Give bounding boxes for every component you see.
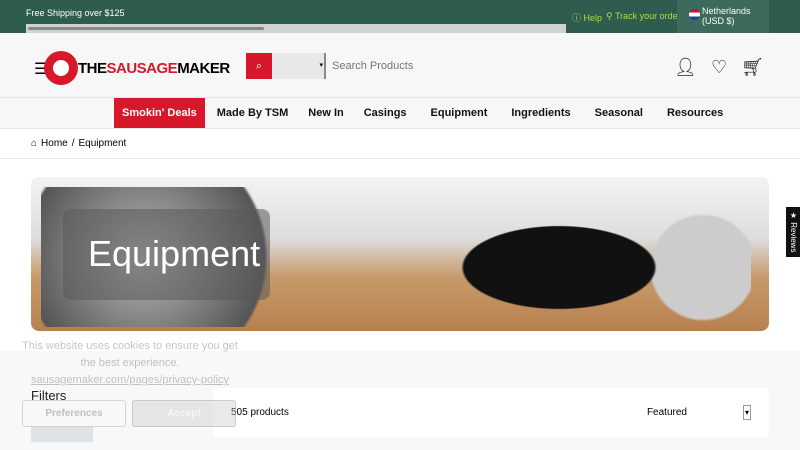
- site-header: ☰ THESAUSAGEMAKER ⌕ ▾ 👤︎ ♡ 🛒︎: [0, 33, 800, 98]
- nav-new-in[interactable]: New In: [300, 98, 351, 128]
- breadcrumb-home[interactable]: Home: [41, 138, 68, 149]
- cookie-text: This website uses cookies to ensure you …: [22, 340, 238, 352]
- sort-select[interactable]: Featured ▾: [647, 405, 751, 420]
- help-label: Help: [583, 13, 603, 23]
- logo[interactable]: ☰ THE SAUSAGE MAKER: [34, 51, 230, 85]
- search-button[interactable]: ⌕: [246, 53, 272, 79]
- electric-grinder-image: [431, 185, 751, 331]
- cookie-accept-button[interactable]: Accept: [132, 400, 236, 427]
- cookie-preferences-button[interactable]: Preferences: [22, 400, 126, 427]
- cookie-text-2: the best experience.: [80, 357, 180, 369]
- netherlands-flag-icon: [689, 9, 700, 20]
- nav-seasonal[interactable]: Seasonal: [583, 98, 655, 128]
- cookie-close-area[interactable]: [31, 426, 93, 442]
- home-icon: ⌂: [31, 138, 38, 149]
- search-category-select[interactable]: ▾: [272, 53, 326, 79]
- top-bar: Free Shipping over $125 ⓘ Help ⚲ Track y…: [0, 0, 800, 33]
- help-link[interactable]: ⓘ Help: [572, 11, 602, 24]
- search-bar: ⌕ ▾: [246, 53, 532, 79]
- sort-value: Featured: [646, 407, 687, 418]
- horizontal-scrollbar[interactable]: [26, 24, 566, 33]
- track-order-link[interactable]: ⚲ Track your order: [606, 11, 681, 24]
- logo-text: THE: [78, 59, 107, 77]
- currency: (USD $): [702, 16, 735, 26]
- cookie-banner: This website uses cookies to ensure you …: [10, 338, 250, 450]
- logo-text-maker: MAKER: [177, 59, 230, 77]
- location-pin-icon: ⚲: [606, 11, 613, 21]
- breadcrumb-separator: /: [71, 138, 75, 149]
- logo-text-red: SAUSAGE: [106, 59, 178, 77]
- nav-ingredients[interactable]: Ingredients: [499, 98, 582, 128]
- breadcrumb-current: Equipment: [78, 138, 127, 149]
- track-label: Track your order: [614, 11, 681, 21]
- nav-made-by-tsm[interactable]: Made By TSM: [205, 98, 301, 128]
- nav-smokin-deals[interactable]: Smokin' Deals: [114, 98, 205, 128]
- nav-equipment[interactable]: Equipment: [419, 98, 500, 128]
- nav-resources[interactable]: Resources: [655, 98, 735, 128]
- privacy-policy-link[interactable]: sausagemaker.com/pages/privacy-policy: [10, 372, 250, 389]
- free-shipping-text: Free Shipping over $125: [26, 8, 125, 18]
- scrollbar-thumb[interactable]: [28, 27, 264, 30]
- main-nav: Smokin' Deals Made By TSM New In Casings…: [0, 98, 800, 129]
- nav-casings[interactable]: Casings: [352, 98, 419, 128]
- cart-icon[interactable]: 🛒︎: [741, 57, 764, 78]
- help-icon: ⓘ: [572, 13, 582, 23]
- search-input[interactable]: [332, 60, 532, 72]
- country-name: Netherlands: [702, 6, 751, 16]
- logo-gear-icon: [44, 51, 78, 85]
- search-icon: ⌕: [255, 59, 263, 72]
- account-icon[interactable]: 👤︎: [674, 57, 697, 78]
- hero-banner: Equipment: [31, 177, 769, 331]
- country-selector[interactable]: Netherlands (USD $): [677, 0, 769, 33]
- wishlist-heart-icon[interactable]: ♡: [711, 57, 727, 78]
- reviews-tab[interactable]: ★ Reviews: [786, 207, 800, 257]
- sort-arrow-icon: ▾: [742, 405, 751, 420]
- product-toolbar: 505 products Featured ▾: [213, 388, 769, 437]
- hero-title: Equipment: [88, 233, 261, 274]
- breadcrumb: ⌂ Home / Equipment: [0, 129, 800, 159]
